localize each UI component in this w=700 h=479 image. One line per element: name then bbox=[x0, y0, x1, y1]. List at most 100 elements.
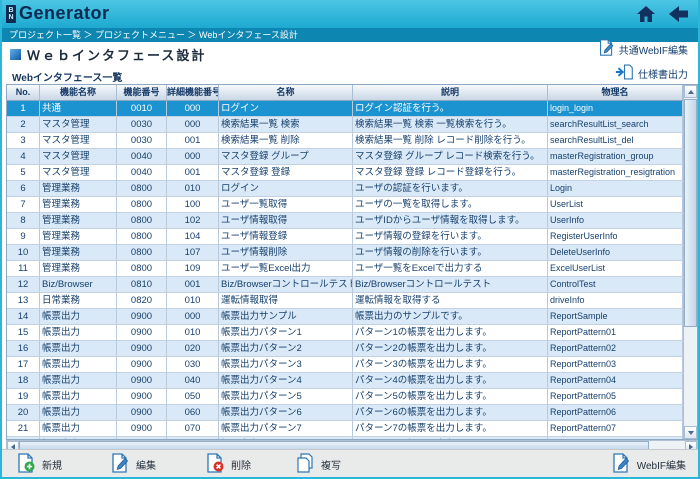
table-cell: ReportPattern02 bbox=[548, 341, 683, 356]
table-row[interactable]: 17帳票出力0900030帳票出力パターン3パターン3の帳票を出力します。Rep… bbox=[7, 357, 683, 373]
table-cell: ReportPattern07 bbox=[548, 421, 683, 436]
vertical-scrollbar[interactable] bbox=[683, 85, 697, 439]
header-actions bbox=[636, 4, 690, 24]
breadcrumb[interactable]: プロジェクト一覧 ＞ プロジェクトメニュー ＞ Webインタフェース設計 bbox=[2, 28, 698, 42]
table-cell: 管理業務 bbox=[40, 213, 117, 228]
table-cell: Biz/Browser bbox=[40, 277, 117, 292]
table-row[interactable]: 22帳票出力0900080帳票出力パターン8パターン8の帳票を出力します。Rep… bbox=[7, 437, 683, 439]
table-row[interactable]: 2マスタ管理0030000検索結果一覧 検索検索結果一覧 検索 一覧検索を行う。… bbox=[7, 117, 683, 133]
table-cell: 9 bbox=[7, 229, 40, 244]
table-cell: 0900 bbox=[117, 389, 167, 404]
table-cell: 7 bbox=[7, 197, 40, 212]
table-cell: 21 bbox=[7, 421, 40, 436]
table-row[interactable]: 13日常業務0820010運転情報取得運転情報を取得するdriveInfo bbox=[7, 293, 683, 309]
table-cell: 0030 bbox=[117, 133, 167, 148]
home-icon[interactable] bbox=[636, 4, 656, 24]
table-cell: ReportPattern04 bbox=[548, 373, 683, 388]
table-cell: 0040 bbox=[117, 165, 167, 180]
edit-button-label: 編集 bbox=[136, 457, 156, 472]
common-webif-edit-button[interactable]: 共通WebIF編集 bbox=[598, 39, 688, 59]
table-cell: 帳票出力 bbox=[40, 373, 117, 388]
column-header[interactable]: 物理名 bbox=[548, 85, 683, 100]
table-cell: 20 bbox=[7, 405, 40, 420]
table-row[interactable]: 5マスタ管理0040001マスタ登録 登録マスタ登録 登録 レコード登録を行う。… bbox=[7, 165, 683, 181]
table-cell: 000 bbox=[167, 117, 219, 132]
table-cell: 0010 bbox=[117, 101, 167, 116]
table-cell: 070 bbox=[167, 421, 219, 436]
table-cell: 030 bbox=[167, 357, 219, 372]
table-row[interactable]: 14帳票出力0900000帳票出力サンプル帳票出力のサンプルです。ReportS… bbox=[7, 309, 683, 325]
table-row[interactable]: 16帳票出力0900020帳票出力パターン2パターン2の帳票を出力します。Rep… bbox=[7, 341, 683, 357]
table-cell: 1 bbox=[7, 101, 40, 116]
table-row[interactable]: 9管理業務0800104ユーザ情報登録ユーザ情報の登録を行います。Registe… bbox=[7, 229, 683, 245]
table-row[interactable]: 19帳票出力0900050帳票出力パターン5パターン5の帳票を出力します。Rep… bbox=[7, 389, 683, 405]
scroll-down-button[interactable] bbox=[684, 426, 697, 439]
table-cell: ユーザの一覧を取得します。 bbox=[353, 197, 548, 212]
table-row[interactable]: 4マスタ管理0040000マスタ登録 グループマスタ登録 グループ レコード検索… bbox=[7, 149, 683, 165]
webif-edit-button-label: WebIF編集 bbox=[637, 457, 686, 472]
edit-button[interactable]: 編集 bbox=[110, 453, 156, 476]
table-cell: UserList bbox=[548, 197, 683, 212]
table-cell: ログイン認証を行う。 bbox=[353, 101, 548, 116]
table-cell: パターン2の帳票を出力します。 bbox=[353, 341, 548, 356]
column-header[interactable]: 詳細機能番号 bbox=[167, 85, 219, 100]
spec-output-label: 仕様書出力 bbox=[638, 66, 688, 81]
table-row[interactable]: 21帳票出力0900070帳票出力パターン7パターン7の帳票を出力します。Rep… bbox=[7, 421, 683, 437]
table-cell: マスタ管理 bbox=[40, 117, 117, 132]
table-row[interactable]: 1共通0010000ログインログイン認証を行う。login_login bbox=[7, 101, 683, 117]
table-cell: 帳票出力 bbox=[40, 389, 117, 404]
column-header[interactable]: 説明 bbox=[353, 85, 548, 100]
delete-button-label: 削除 bbox=[231, 457, 251, 472]
table-row[interactable]: 12Biz/Browser0810001Biz/Browserコントロールテスト… bbox=[7, 277, 683, 293]
spec-output-button[interactable]: 仕様書出力 bbox=[615, 64, 688, 83]
table-cell: 0800 bbox=[117, 261, 167, 276]
table-row[interactable]: 3マスタ管理0030001検索結果一覧 削除検索結果一覧 削除 レコード削除を行… bbox=[7, 133, 683, 149]
table-cell: 18 bbox=[7, 373, 40, 388]
table-cell: ReportPattern05 bbox=[548, 389, 683, 404]
scroll-up-button[interactable] bbox=[684, 85, 697, 98]
table-cell: 帳票出力パターン7 bbox=[219, 421, 353, 436]
table-cell: 040 bbox=[167, 373, 219, 388]
table-cell: 001 bbox=[167, 133, 219, 148]
table-cell: パターン8の帳票を出力します。 bbox=[353, 437, 548, 439]
copy-documents-icon bbox=[295, 453, 315, 476]
table-cell: ReportPattern08 bbox=[548, 437, 683, 439]
table-cell: 帳票出力パターン3 bbox=[219, 357, 353, 372]
table-cell: 15 bbox=[7, 325, 40, 340]
column-header[interactable]: No. bbox=[7, 85, 40, 100]
table-cell: 0900 bbox=[117, 405, 167, 420]
table-cell: 帳票出力 bbox=[40, 421, 117, 436]
table-cell: 0800 bbox=[117, 213, 167, 228]
table-cell: 帳票出力パターン1 bbox=[219, 325, 353, 340]
table-row[interactable]: 11管理業務0800109ユーザ一覧Excel出力ユーザ一覧をExcelで出力す… bbox=[7, 261, 683, 277]
back-icon[interactable] bbox=[668, 4, 690, 24]
table-cell: 0900 bbox=[117, 309, 167, 324]
app-header: BN Generator bbox=[2, 0, 698, 28]
column-header[interactable]: 機能番号 bbox=[117, 85, 167, 100]
table-row[interactable]: 15帳票出力0900010帳票出力パターン1パターン1の帳票を出力します。Rep… bbox=[7, 325, 683, 341]
table-cell: ユーザ一覧をExcelで出力する bbox=[353, 261, 548, 276]
table-row[interactable]: 6管理業務0800010ログインユーザの認証を行います。Login bbox=[7, 181, 683, 197]
delete-button[interactable]: 削除 bbox=[205, 453, 251, 476]
table-cell: パターン7の帳票を出力します。 bbox=[353, 421, 548, 436]
table-row[interactable]: 18帳票出力0900040帳票出力パターン4パターン4の帳票を出力します。Rep… bbox=[7, 373, 683, 389]
copy-button[interactable]: 複写 bbox=[295, 453, 341, 476]
table-row[interactable]: 10管理業務0800107ユーザ情報削除ユーザ情報の削除を行います。Delete… bbox=[7, 245, 683, 261]
new-button[interactable]: 新規 bbox=[16, 453, 62, 476]
column-header[interactable]: 機能名称 bbox=[40, 85, 117, 100]
table-cell: パターン5の帳票を出力します。 bbox=[353, 389, 548, 404]
table-row[interactable]: 20帳票出力0900060帳票出力パターン6パターン6の帳票を出力します。Rep… bbox=[7, 405, 683, 421]
table-cell: 0040 bbox=[117, 149, 167, 164]
table-row[interactable]: 7管理業務0800100ユーザ一覧取得ユーザの一覧を取得します。UserList bbox=[7, 197, 683, 213]
vertical-scroll-thumb[interactable] bbox=[684, 99, 697, 327]
column-header[interactable]: 名称 bbox=[219, 85, 353, 100]
table-cell: 16 bbox=[7, 341, 40, 356]
table-cell: ユーザ情報取得 bbox=[219, 213, 353, 228]
table-cell: ユーザ情報登録 bbox=[219, 229, 353, 244]
table-cell: ユーザの認証を行います。 bbox=[353, 181, 548, 196]
table-row[interactable]: 8管理業務0800102ユーザ情報取得ユーザIDからユーザ情報を取得します。Us… bbox=[7, 213, 683, 229]
webif-edit-button[interactable]: WebIF編集 bbox=[611, 453, 686, 476]
table-cell: masterRegistration_resigtration bbox=[548, 165, 683, 180]
table-cell: RegisterUserInfo bbox=[548, 229, 683, 244]
table-cell: 080 bbox=[167, 437, 219, 439]
